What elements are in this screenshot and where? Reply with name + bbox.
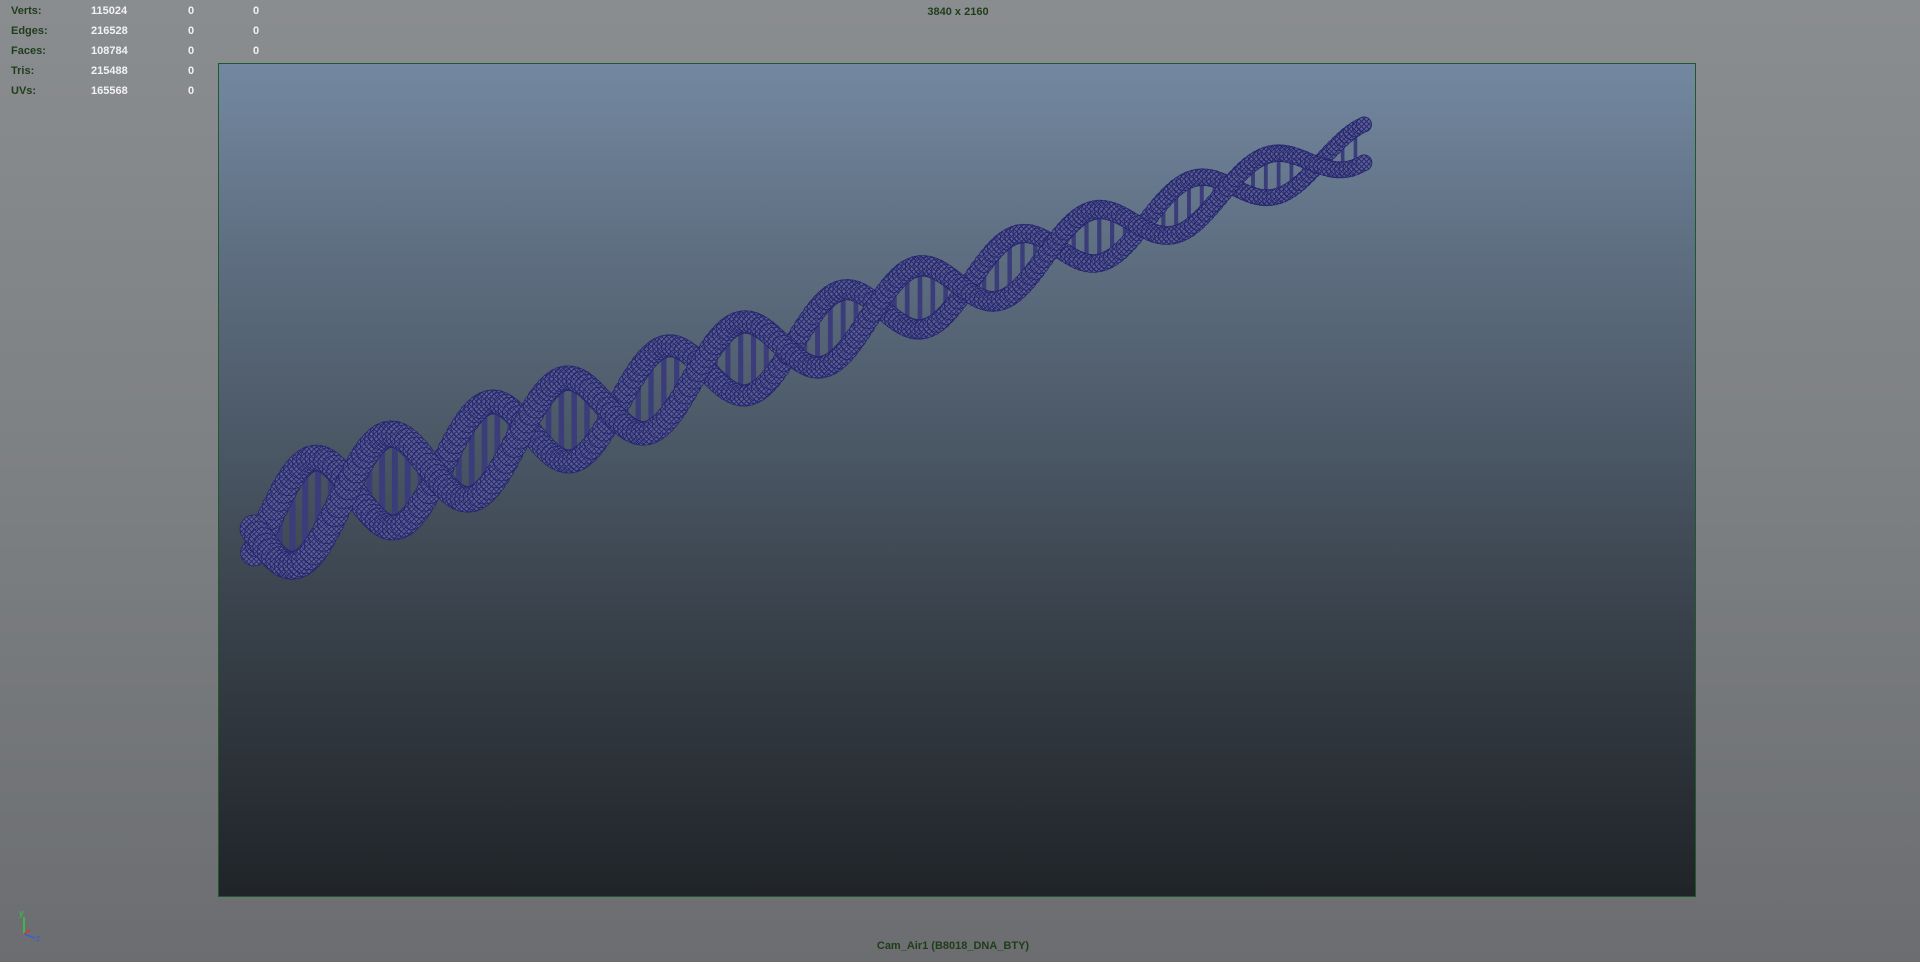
view-axis-icon: y z [19, 908, 41, 942]
axis-z-label: z [36, 933, 41, 942]
hud-total-value: 165568 [91, 85, 128, 97]
hud-component-value: 0 [253, 45, 260, 57]
hud-label: Edges: [11, 25, 48, 37]
hud-total-value: 108784 [91, 45, 128, 57]
resolution-gate[interactable] [218, 63, 1696, 897]
hud-selected-value: 0 [188, 25, 195, 37]
resolution-label: 3840 x 2160 [927, 6, 989, 18]
backbone-node [1355, 154, 1373, 172]
hud-label: Faces: [11, 45, 46, 57]
hud-total-value: 216528 [91, 25, 128, 37]
hud-label: Tris: [11, 65, 35, 77]
dna-helix-model[interactable] [219, 64, 1695, 896]
backbone-node [1356, 116, 1372, 133]
axis-y-label: y [19, 908, 24, 918]
hud-total-value: 215488 [91, 65, 128, 77]
hud-row-edges: Edges: 216528 0 0 [11, 21, 293, 41]
camera-name-label: Cam_Air1 (B8018_DNA_BTY) [876, 940, 1030, 952]
hud-selected-value: 0 [188, 45, 195, 57]
hud-row-faces: Faces: 108784 0 0 [11, 41, 293, 61]
hud-component-value: 0 [253, 25, 260, 37]
backbone-strand-b [240, 116, 1372, 567]
hud-label: UVs: [11, 85, 37, 97]
